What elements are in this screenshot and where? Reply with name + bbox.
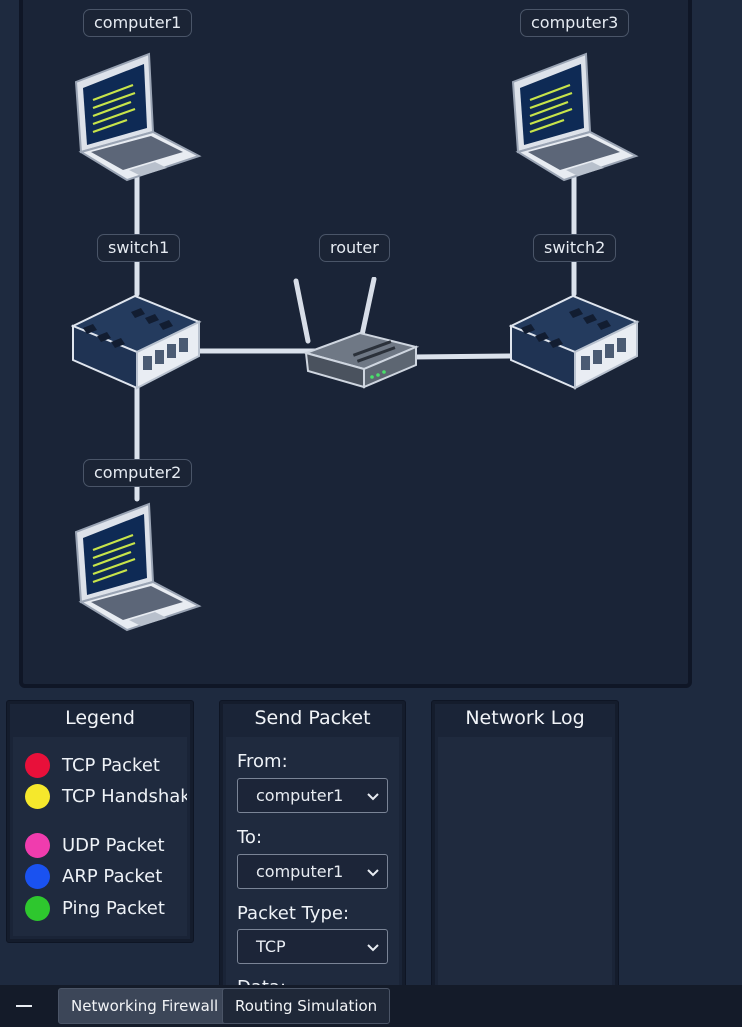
from-select[interactable]: computer1 [237, 778, 388, 813]
network-log-title: Network Log [465, 707, 585, 729]
computer3-label: computer3 [520, 9, 630, 37]
tcp-handshake-color-dot [25, 783, 50, 809]
switch2-icon[interactable] [509, 294, 641, 392]
switch2-label: switch2 [533, 234, 617, 262]
to-select[interactable]: computer1 [237, 854, 388, 889]
from-select-value: computer1 [256, 786, 344, 805]
legend-label: Ping Packet [62, 897, 165, 919]
chevron-down-icon [367, 869, 379, 877]
link-router-switch2 [410, 353, 516, 360]
legend-item-ping: Ping Packet [25, 895, 165, 921]
computer1-label: computer1 [83, 9, 193, 37]
legend-label: TCP Handshake [62, 785, 187, 807]
legend-item-arp: ARP Packet [25, 863, 162, 889]
legend-item-tcp-handshake: TCP Handshake [25, 783, 187, 809]
udp-color-dot [25, 832, 50, 858]
tab-routing-simulation[interactable]: Routing Simulation [222, 988, 391, 1024]
send-packet-body: From: computer1 To: computer1 Packet Typ… [226, 737, 399, 998]
tab-networking-firewall[interactable]: Networking Firewall [58, 988, 232, 1024]
arp-color-dot [25, 863, 50, 889]
chevron-down-icon [367, 793, 379, 801]
legend-label: TCP Packet [62, 754, 160, 776]
legend-label: UDP Packet [62, 834, 165, 856]
from-label: From: [237, 751, 288, 772]
send-packet-panel: Send Packet From: computer1 To: computer… [219, 700, 406, 1000]
chevron-down-icon [367, 944, 379, 952]
packet-type-select[interactable]: TCP [237, 929, 388, 964]
legend-label: ARP Packet [62, 865, 163, 887]
router-label: router [319, 234, 390, 262]
tcp-color-dot [25, 752, 50, 778]
network-canvas: computer1 computer3 switch1 router switc… [19, 0, 692, 688]
legend-body: TCP Packet TCP Handshake UDP Packet ARP … [13, 737, 187, 936]
switch1-icon[interactable] [71, 294, 203, 392]
computer1-laptop-icon[interactable] [71, 52, 203, 182]
packet-type-value: TCP [256, 937, 286, 956]
taskbar: Networking Firewall Routing Simulation [0, 985, 742, 1027]
switch1-label: switch1 [97, 234, 181, 262]
to-label: To: [237, 827, 263, 848]
computer2-laptop-icon[interactable] [71, 502, 203, 632]
legend-item-udp: UDP Packet [25, 832, 165, 858]
network-log-panel: Network Log [431, 700, 619, 1000]
network-log-body[interactable] [438, 737, 612, 993]
router-icon[interactable] [288, 277, 420, 409]
to-select-value: computer1 [256, 862, 344, 881]
computer2-label: computer2 [83, 459, 193, 487]
send-packet-title: Send Packet [254, 707, 371, 729]
legend-panel: Legend TCP Packet TCP Handshake UDP Pack… [6, 700, 194, 943]
legend-title: Legend [65, 707, 135, 729]
computer3-laptop-icon[interactable] [508, 52, 640, 182]
ping-color-dot [25, 895, 50, 921]
legend-item-tcp: TCP Packet [25, 752, 160, 778]
minimize-icon[interactable] [16, 1005, 32, 1007]
packet-type-label: Packet Type: [237, 903, 350, 924]
